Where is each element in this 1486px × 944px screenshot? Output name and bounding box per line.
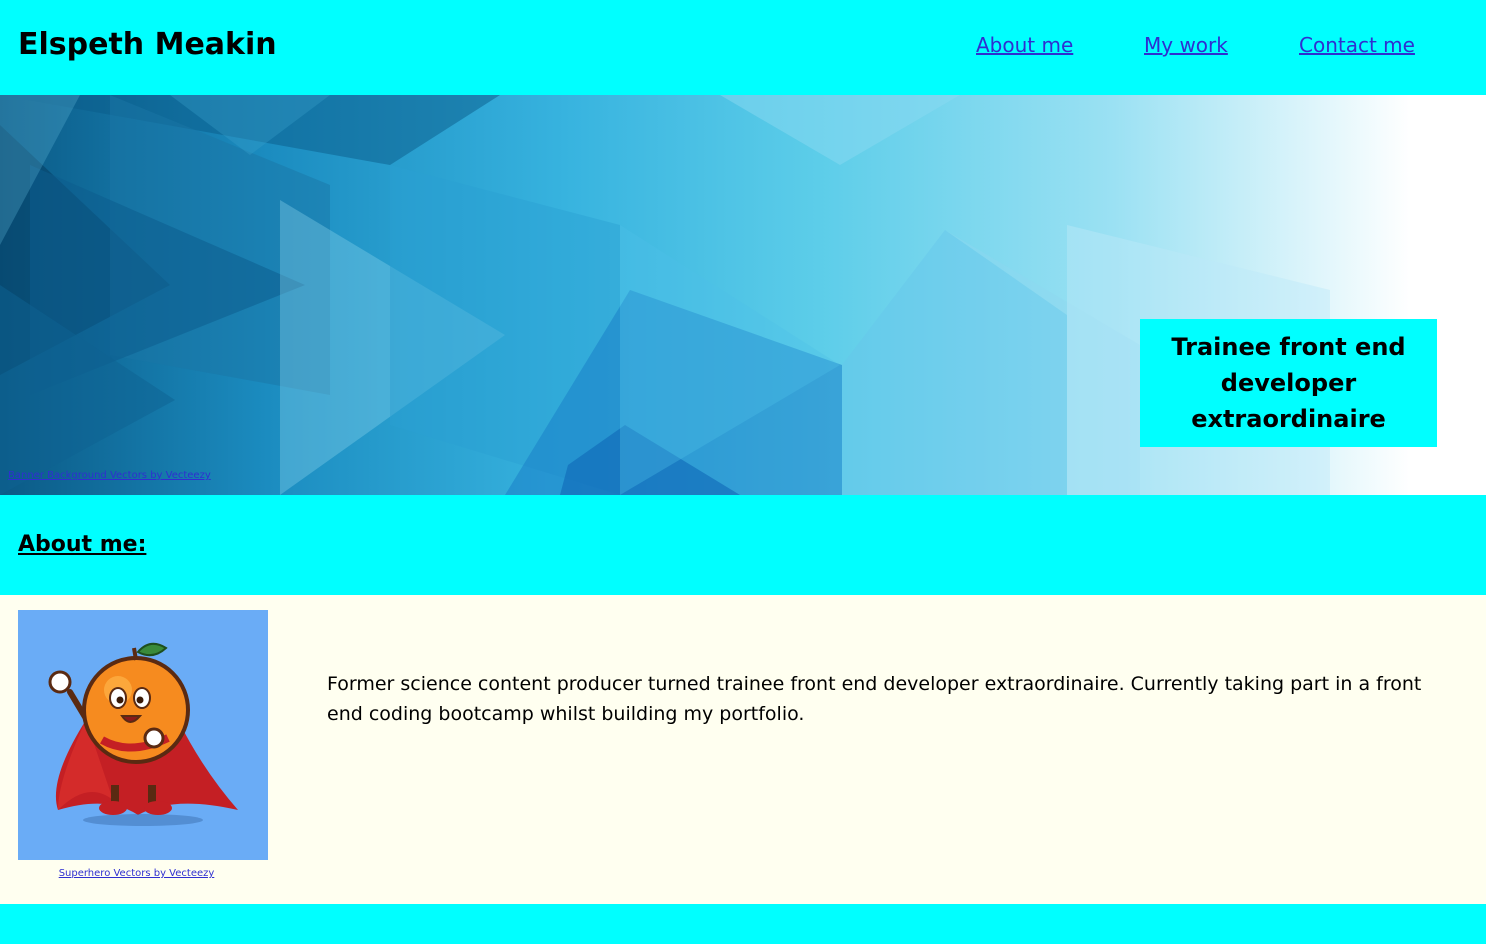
about-heading: About me: <box>18 532 147 557</box>
next-section-band <box>0 904 1486 944</box>
nav-link-work[interactable]: My work <box>1144 30 1228 60</box>
banner-image-credit-link[interactable]: Banner Background Vectors by Vecteezy <box>8 469 211 483</box>
bio-text: Former science content producer turned t… <box>327 673 1422 725</box>
nav-link-about[interactable]: About me <box>976 30 1073 60</box>
nav-link-contact[interactable]: Contact me <box>1299 30 1415 60</box>
hero-banner: Banner Background Vectors by Vecteezy Tr… <box>0 95 1486 495</box>
about-content: Superhero Vectors by Vecteezy Former sci… <box>0 595 1486 904</box>
about-heading-band: About me: <box>0 495 1486 595</box>
tagline-box: Trainee front end developer extraordinai… <box>1140 319 1437 447</box>
orange-superhero-illustration <box>48 642 239 826</box>
tagline-text: Trainee front end developer extraordinai… <box>1171 333 1406 433</box>
site-header: Elspeth Meakin About me My work Contact … <box>0 0 1486 95</box>
orange-superhero-avatar <box>18 610 268 860</box>
site-title: Elspeth Meakin <box>18 27 277 62</box>
avatar-image-credit-link[interactable]: Superhero Vectors by Vecteezy <box>18 867 255 881</box>
